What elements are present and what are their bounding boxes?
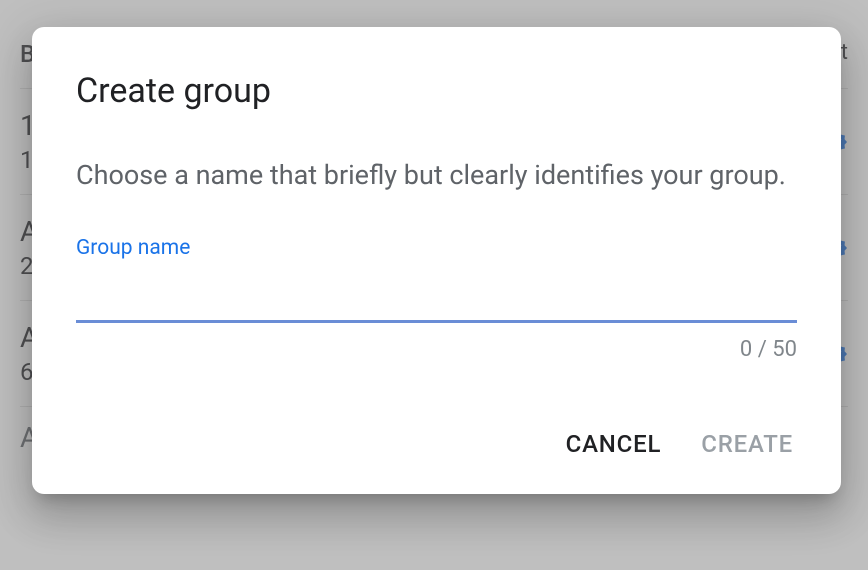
create-group-dialog: Create group Choose a name that briefly …: [32, 27, 841, 494]
group-name-label: Group name: [76, 236, 797, 260]
cancel-button[interactable]: CANCEL: [562, 422, 666, 466]
create-button[interactable]: CREATE: [697, 422, 797, 466]
dialog-title: Create group: [76, 71, 797, 111]
dialog-description: Choose a name that briefly but clearly i…: [76, 155, 797, 196]
dialog-actions: CANCEL CREATE: [76, 422, 797, 466]
character-counter: 0 / 50: [76, 337, 797, 362]
group-name-input[interactable]: [76, 270, 797, 323]
input-group: Group name 0 / 50: [76, 236, 797, 362]
